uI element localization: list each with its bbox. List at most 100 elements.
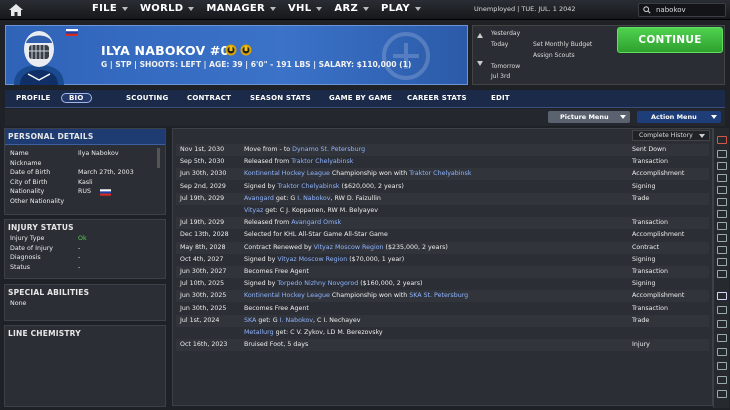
detail-key: Nickname <box>10 159 42 167</box>
history-event: Signed by Traktor Chelyabinsk ($620,000,… <box>244 183 404 190</box>
tab-game-by-game[interactable]: GAME BY GAME <box>329 94 392 102</box>
chevron-down-icon <box>270 6 277 11</box>
history-row: Jun 30th, 2030 Kontinental Hockey League … <box>176 168 709 180</box>
history-event: SKA get: G I. Nabokov, C I. Nechayev <box>244 317 360 324</box>
hockey-stick-icon[interactable] <box>717 136 727 144</box>
action-menu-label: Action Menu <box>651 113 697 121</box>
search-input[interactable]: nabokov <box>638 3 726 17</box>
history-link[interactable]: Vityaz <box>244 207 263 214</box>
menu-vhl[interactable]: VHL <box>288 3 323 14</box>
history-date: Jun 30th, 2025 <box>180 304 227 312</box>
arrow-down-icon[interactable] <box>477 61 483 66</box>
today-item[interactable]: Set Monthly Budget <box>533 41 592 48</box>
scout-icon[interactable] <box>717 348 727 356</box>
history-text: get: G <box>273 194 298 202</box>
users-icon[interactable] <box>717 222 727 230</box>
history-row: Jun 30th, 2025 Kontinental Hockey League … <box>176 290 709 302</box>
history-row: Jun 30th, 2027 Becomes Free Agent Transact… <box>176 266 709 278</box>
history-text: ($160,000, 2 years) <box>358 280 423 288</box>
tab-career-stats[interactable]: CAREER STATS <box>407 94 467 102</box>
menu-file[interactable]: FILE <box>92 3 128 14</box>
list-icon[interactable] <box>717 150 727 158</box>
history-date: Jul 19th, 2029 <box>180 219 225 227</box>
arrow-up-icon[interactable] <box>477 33 483 38</box>
finance-icon[interactable] <box>717 334 727 342</box>
detail-key: Name <box>10 150 29 157</box>
history-link[interactable]: Kontinental Hockey League <box>244 170 330 177</box>
panel-title: LINE CHEMISTRY <box>8 329 81 338</box>
history-text: Move from - to <box>244 146 293 153</box>
history-link[interactable]: Vityaz Moscow Region <box>314 244 384 251</box>
today-label: Today <box>491 41 509 48</box>
history-link[interactable]: Traktor Chelyabinsk <box>277 183 339 190</box>
calendar-icon[interactable] <box>717 186 727 194</box>
history-link[interactable]: SKA <box>244 317 256 324</box>
picture-menu-button[interactable]: Picture Menu <box>548 111 630 123</box>
menu-play[interactable]: PLAY <box>381 3 421 14</box>
detail-row: Name Ilya Nabokov <box>5 150 165 160</box>
tomorrow-label: Tomorrow <box>491 63 521 70</box>
right-toolbar <box>713 128 729 408</box>
globe-icon[interactable] <box>717 246 727 254</box>
history-row: Jul 10th, 2025 Signed by Torpedo Nizhny N… <box>176 278 709 290</box>
tab-season-stats[interactable]: SEASON STATS <box>250 94 311 102</box>
menu-world[interactable]: WORLD <box>140 3 195 14</box>
history-link[interactable]: Traktor Chelyabinsk <box>409 170 471 177</box>
today-item[interactable]: Assign Scouts <box>533 52 575 59</box>
history-link[interactable]: Vityaz Moscow Region <box>277 256 347 263</box>
skate-icon[interactable] <box>717 292 727 300</box>
menu-arz[interactable]: ARZ <box>334 3 369 14</box>
chevron-down-icon <box>316 6 323 11</box>
draft-icon[interactable] <box>717 362 727 370</box>
history-filter-select[interactable]: Complete History <box>632 130 710 141</box>
document-icon[interactable] <box>717 162 727 170</box>
continue-button[interactable]: CONTINUE <box>617 27 723 53</box>
history-link[interactable]: I. Nabokov <box>297 195 330 202</box>
history-link[interactable]: Torpedo Nizhny Novgorod <box>277 280 358 287</box>
trophy-icon[interactable] <box>717 198 727 206</box>
menu-manager[interactable]: MANAGER <box>206 3 277 14</box>
home-icon[interactable] <box>8 3 24 17</box>
team-icon[interactable] <box>717 210 727 218</box>
tab-scouting[interactable]: SCOUTING <box>126 94 168 102</box>
detail-row: Other Nationality <box>5 198 165 208</box>
chart-icon[interactable] <box>717 320 727 328</box>
stats-icon[interactable] <box>717 174 727 182</box>
detail-row: Injury Type Ok <box>5 235 165 245</box>
personal-details-panel: PERSONAL DETAILS Name Ilya Nabokov Nickna… <box>4 128 166 215</box>
history-link[interactable]: Avangard Omsk <box>291 219 341 226</box>
cup-icon[interactable] <box>717 258 727 266</box>
history-date: Jul 1st, 2024 <box>180 316 220 324</box>
mail-icon[interactable] <box>717 306 727 314</box>
tab-profile[interactable]: PROFILE <box>16 94 51 102</box>
search-value: nabokov <box>656 6 686 14</box>
nationality-link[interactable]: RUS <box>78 188 91 195</box>
scrollbar[interactable] <box>157 148 160 168</box>
schedule-icon[interactable] <box>717 270 727 278</box>
tab-bio[interactable]: BIO <box>61 93 92 103</box>
history-link[interactable]: Traktor Chelyabinsk <box>291 158 353 165</box>
sub-toolbar: Picture Menu Action Menu <box>5 109 725 126</box>
history-link[interactable]: Avangard <box>244 195 274 202</box>
gear-icon[interactable] <box>717 234 727 242</box>
history-type: Signing <box>632 255 656 263</box>
tab-contract[interactable]: CONTRACT <box>187 94 231 102</box>
history-link[interactable]: Metallurg <box>244 329 274 336</box>
help-icon[interactable] <box>717 390 727 398</box>
history-icon[interactable] <box>717 376 727 384</box>
trophy-icon[interactable] <box>225 44 237 56</box>
history-link[interactable]: Kontinental Hockey League <box>244 292 330 299</box>
history-link[interactable]: Dynamo St. Petersburg <box>292 146 365 153</box>
history-event: Contract Renewed by Vityaz Moscow Region… <box>244 244 448 251</box>
tab-edit[interactable]: EDIT <box>491 94 510 102</box>
russia-flag-icon <box>66 29 78 36</box>
history-link[interactable]: SKA St. Petersburg <box>409 292 468 299</box>
history-event: Becomes Free Agent <box>244 305 309 312</box>
history-event: Vityaz get: C J. Koppanen, RW M. Belyaye… <box>244 207 378 214</box>
history-type: Accomplishment <box>632 170 685 178</box>
action-menu-button[interactable]: Action Menu <box>637 111 721 123</box>
history-link[interactable]: I. Nabokov <box>280 317 313 324</box>
detail-row: Diagnosis - <box>5 254 165 264</box>
award-icon[interactable] <box>240 44 252 56</box>
history-text: Championship won with <box>329 170 410 178</box>
